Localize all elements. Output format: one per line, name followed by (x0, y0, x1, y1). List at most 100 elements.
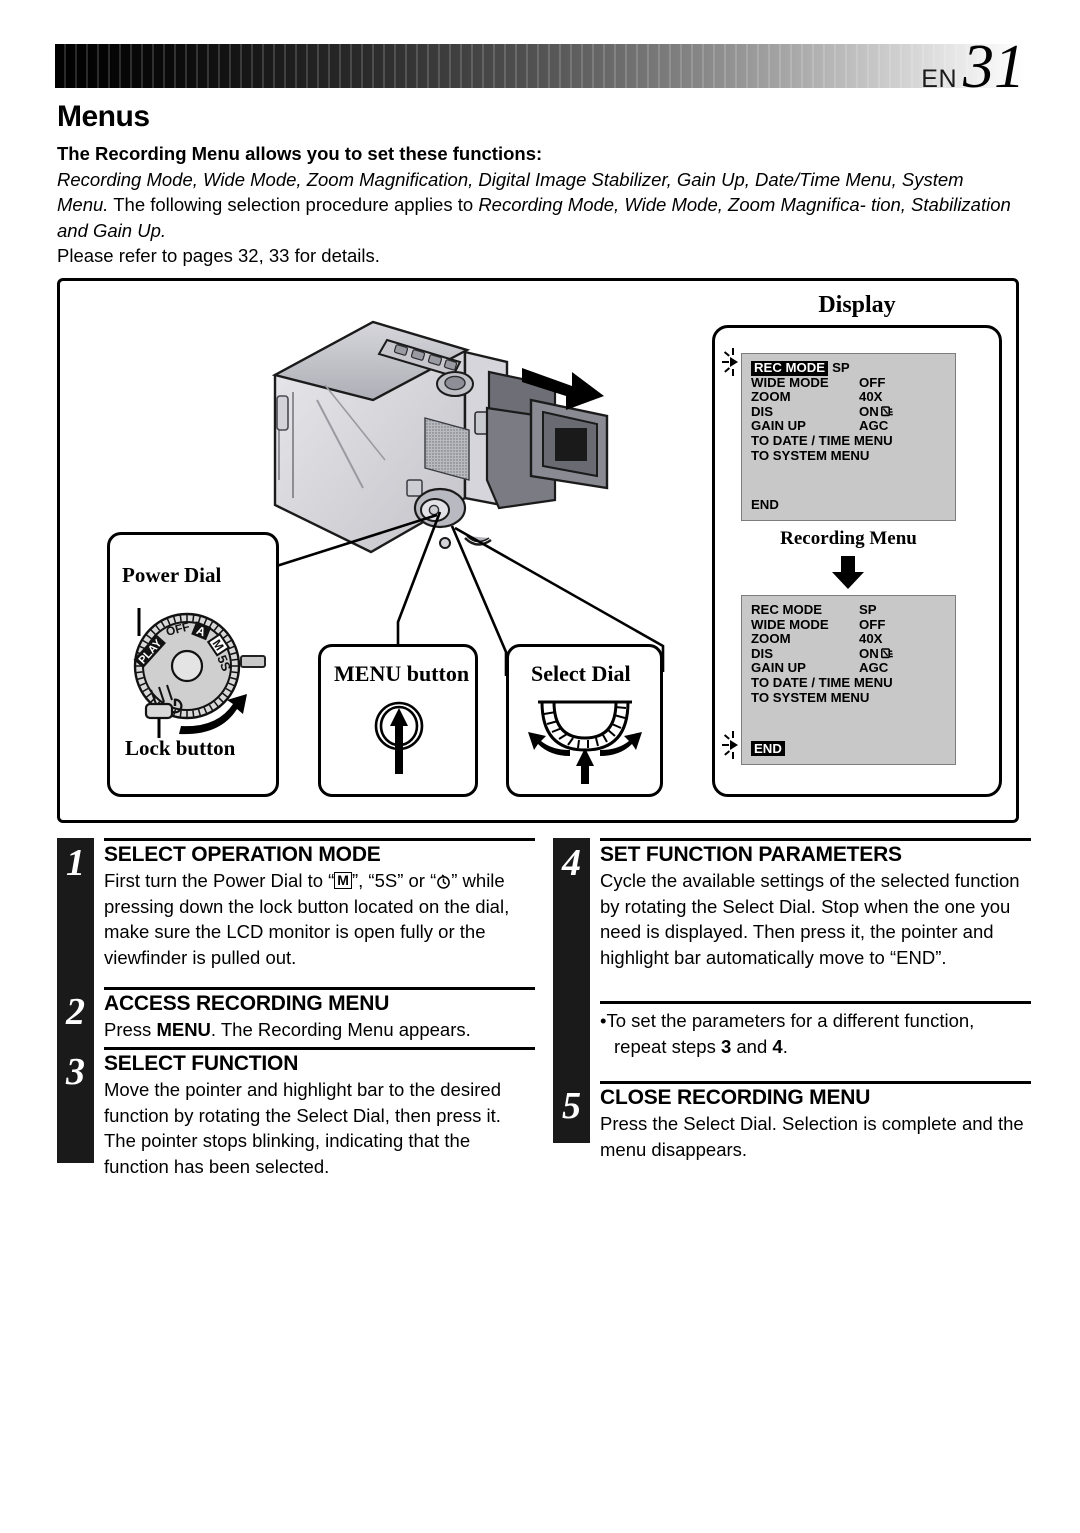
power-dial-diagram[interactable]: PLAY OFF A M 5S (125, 602, 265, 740)
menu-row-value: AGC (859, 660, 889, 676)
blinking-pointer-icon-2 (722, 731, 745, 759)
step-3-heading: SELECT FUNCTION (104, 1052, 299, 1075)
menu-row[interactable]: WIDE MODE OFF (751, 374, 951, 391)
page-title: Menus (57, 100, 150, 133)
intro-line-4: Please refer to pages 32, 33 for details… (57, 245, 380, 266)
page-header: EN 31 (55, 36, 1025, 98)
step-1: SELECT OPERATION MODE First turn the Pow… (104, 838, 535, 970)
step-5-heading: CLOSE RECORDING MENU (600, 1086, 871, 1109)
menu-row[interactable]: TO SYSTEM MENU (751, 447, 951, 464)
select-dial-label: Select Dial (531, 661, 631, 686)
dis-hand-icon (880, 405, 894, 417)
menu-row-label: ZOOM (751, 631, 791, 647)
menu-row[interactable]: ZOOM 40X (751, 390, 951, 405)
dis-hand-icon (880, 647, 894, 659)
step-4-note: •To set the parameters for a different f… (600, 1001, 1031, 1059)
menu-row[interactable]: GAIN UP AGC (751, 419, 951, 434)
self-timer-icon (437, 874, 451, 889)
menu-row-label: TO DATE / TIME MENU (751, 432, 893, 448)
lock-button-label: Lock button (125, 736, 236, 760)
menu-row-list-1: REC MODE SP WIDE MODE OFF ZOOM 40X DIS ON GAIN U… (751, 360, 951, 464)
menu-row-label: WIDE MODE (751, 616, 829, 632)
power-dial-label: Power Dial (122, 563, 222, 587)
step-5-rule (600, 1081, 1031, 1084)
note-text: •To set the parameters for a different f… (600, 1008, 1031, 1059)
recording-menu-caption: Recording Menu (780, 528, 917, 549)
step-1-rule (104, 838, 535, 841)
menu-row-label: GAIN UP (751, 418, 806, 434)
intro-line-2-plain: The following selection procedure applie… (108, 194, 479, 215)
step-number-4: 4 (562, 842, 581, 884)
menu-row-value: OFF (859, 616, 886, 632)
dial-side-button-icon (240, 655, 266, 668)
camcorder-illustration (255, 300, 645, 600)
menu-row-value: SP (832, 360, 850, 375)
menu-row-value: SP (859, 602, 877, 617)
menu-row-label: DIS (751, 403, 773, 419)
menu-row-value: ON (859, 646, 951, 662)
menu-row-label: ZOOM (751, 389, 791, 405)
intro-line-2b: Recording Mode, Wide Mode, Zoom Magnific… (478, 194, 866, 215)
note-rule (600, 1001, 1031, 1004)
step-2-text: Press MENU. The Recording Menu appears. (104, 1019, 471, 1040)
intro-line-1: Recording Mode, Wide Mode, Zoom Magnific… (57, 168, 897, 190)
step-number-3: 3 (66, 1051, 85, 1093)
menu-row-label: WIDE MODE (751, 374, 829, 390)
menu-row-label: TO DATE / TIME MENU (751, 674, 893, 690)
page-number-group: EN 31 (921, 33, 1025, 101)
step-1-heading: SELECT OPERATION MODE (104, 843, 381, 866)
menu-row-value: ON (859, 404, 951, 420)
menu-row-label: GAIN UP (751, 660, 806, 676)
menu-end-row-1[interactable]: END (751, 497, 779, 512)
intro-body: Recording Mode, Wide Mode, Zoom Magnific… (57, 167, 1017, 244)
menu-row[interactable]: TO DATE / TIME MENU (751, 432, 951, 449)
note-second-line: repeat steps 3 and 4. (614, 1035, 788, 1057)
step-2-rule (104, 987, 535, 990)
display-section-label: Display (818, 292, 896, 318)
menu-row-label: REC MODE (751, 602, 823, 617)
recording-menu-screen-end-selected[interactable]: REC MODE SP WIDE MODE OFF ZOOM 40X DIS ON GAIN U… (741, 595, 956, 765)
step-4: SET FUNCTION PARAMETERS Cycle the availa… (600, 838, 1031, 970)
step-4-text: Cycle the available settings of the sele… (600, 870, 1020, 968)
flow-down-arrow-icon (830, 556, 866, 590)
menu-row[interactable]: REC MODE SP (751, 602, 951, 618)
select-dial-icon[interactable] (520, 694, 650, 784)
menu-end-row-2[interactable]: END (751, 741, 785, 756)
blinking-pointer-icon-1 (722, 348, 745, 376)
menu-row[interactable]: DIS ON (751, 646, 951, 662)
recording-menu-screen-initial[interactable]: REC MODE SP WIDE MODE OFF ZOOM 40X DIS ON GAIN U… (741, 353, 956, 521)
menu-row[interactable]: REC MODE SP (751, 360, 951, 376)
menu-row-label: TO SYSTEM MENU (751, 447, 870, 463)
intro-paragraph: The Recording Menu allows you to set the… (57, 141, 1017, 269)
menu-row[interactable]: DIS ON (751, 403, 951, 420)
step-1-text: First turn the Power Dial to “M”, “5S” o… (104, 870, 510, 968)
menu-row-value: AGC (859, 418, 889, 434)
menu-row-value: 40X (859, 631, 883, 647)
menu-button-icon[interactable] (370, 700, 428, 776)
menu-button-label: MENU button (334, 661, 470, 686)
viewfinder-pullout-arrow-icon (520, 362, 606, 414)
menu-row[interactable]: TO SYSTEM MENU (751, 689, 951, 706)
page-number: 31 (963, 33, 1025, 101)
header-gradient-bar (55, 44, 1025, 88)
step-3-rule (104, 1047, 535, 1050)
menu-row-value: 40X (859, 389, 883, 405)
step-3-text: Move the pointer and highlight bar to th… (104, 1079, 501, 1177)
step-number-5: 5 (562, 1085, 581, 1127)
step-2-heading: ACCESS RECORDING MENU (104, 992, 390, 1015)
language-code: EN (921, 65, 957, 93)
menu-row[interactable]: ZOOM 40X (751, 632, 951, 647)
menu-row-value: OFF (859, 374, 886, 390)
step-5: CLOSE RECORDING MENU Press the Select Di… (600, 1081, 1031, 1162)
step-number-2: 2 (66, 991, 85, 1033)
mode-m-icon: M (334, 872, 352, 889)
menu-row-list-2: REC MODE SP WIDE MODE OFF ZOOM 40X DIS ON GAIN U… (751, 602, 951, 706)
menu-row-label: REC MODE (751, 360, 829, 376)
step-4-rule (600, 838, 1031, 841)
menu-row[interactable]: TO DATE / TIME MENU (751, 674, 951, 691)
step-5-text: Press the Select Dial. Selection is comp… (600, 1113, 1024, 1160)
menu-row[interactable]: WIDE MODE OFF (751, 616, 951, 633)
menu-row-label: TO SYSTEM MENU (751, 689, 870, 705)
step-3: SELECT FUNCTION Move the pointer and hig… (104, 1047, 535, 1179)
menu-row[interactable]: GAIN UP AGC (751, 661, 951, 676)
